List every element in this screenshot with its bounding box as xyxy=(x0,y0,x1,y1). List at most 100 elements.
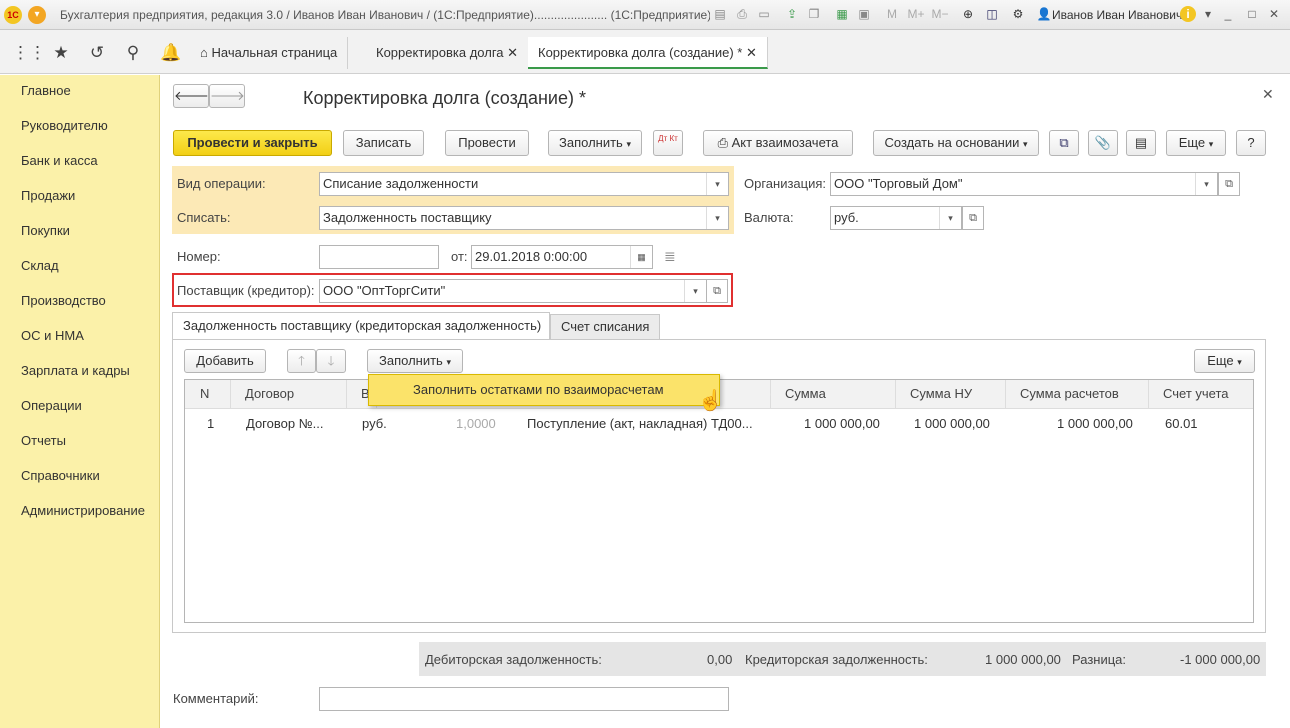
help-button[interactable]: ? xyxy=(1236,130,1266,156)
m-plus-icon[interactable]: M+ xyxy=(906,6,926,22)
act-button-label: Акт взаимозачета xyxy=(731,135,839,150)
chevron-down-icon[interactable]: ▾ xyxy=(706,207,728,229)
attach-button[interactable]: 📎 xyxy=(1088,130,1118,156)
sidebar-item-purchases[interactable]: Покупки xyxy=(21,223,70,238)
history-list-icon[interactable]: ≣ xyxy=(664,248,676,265)
tab-write-off-account[interactable]: Счет списания xyxy=(550,314,660,340)
close-tab-icon[interactable]: ✕ xyxy=(746,45,757,60)
main-menu-icon[interactable]: ▾ xyxy=(28,6,46,24)
chevron-down-icon: ▾ xyxy=(1022,139,1028,149)
col-sum-nu[interactable]: Сумма НУ xyxy=(896,380,1006,408)
org-field[interactable]: ООО "Торговый Дом" xyxy=(830,172,1218,196)
m-minus-icon[interactable]: M− xyxy=(930,6,950,22)
more-button[interactable]: Еще ▾ xyxy=(1166,130,1226,156)
m-icon[interactable]: M xyxy=(884,6,900,22)
chevron-down-icon[interactable]: ▾ xyxy=(1195,173,1217,195)
favorites-icon[interactable]: ★ xyxy=(50,42,72,64)
search-icon[interactable]: ⚲ xyxy=(122,42,144,64)
arrow-down-icon: 🡓 xyxy=(327,353,335,368)
tab-debt-correction-new[interactable]: Корректировка долга (создание) * ✕ xyxy=(528,37,768,69)
dt-kt-button[interactable]: Дт Кт xyxy=(653,130,683,156)
structure-button[interactable]: ⧉ xyxy=(1049,130,1079,156)
save-icon[interactable]: ▤ xyxy=(712,6,728,22)
chevron-down-icon: ▾ xyxy=(626,139,631,149)
zoom-icon[interactable]: ⊕ xyxy=(960,6,976,22)
fill-by-balances-menu-item[interactable]: Заполнить остатками по взаиморасчетам xyxy=(368,374,720,406)
maximize-icon[interactable]: □ xyxy=(1244,6,1260,22)
chevron-down-icon[interactable]: ▾ xyxy=(939,207,961,229)
history-icon[interactable]: ↺ xyxy=(86,42,108,64)
copy-icon[interactable]: ❐ xyxy=(806,6,822,22)
close-tab-icon[interactable]: ✕ xyxy=(507,45,518,60)
chevron-down-icon[interactable]: ▾ xyxy=(684,280,706,302)
fill-button[interactable]: Заполнить ▾ xyxy=(548,130,642,156)
sidebar-item-reports[interactable]: Отчеты xyxy=(21,433,66,448)
open-supplier-icon[interactable]: ⧉ xyxy=(706,279,728,303)
fill-button-label: Заполнить xyxy=(559,135,623,150)
tab-debt-correction[interactable]: Корректировка долга ✕ xyxy=(366,37,530,69)
preview-icon[interactable]: ▭ xyxy=(756,6,772,22)
close-window-icon[interactable]: ✕ xyxy=(1266,6,1282,22)
info-menu-icon[interactable]: ▾ xyxy=(1200,6,1216,22)
write-off-label: Списать: xyxy=(177,210,231,225)
apps-menu-icon[interactable]: ⋮⋮ xyxy=(12,42,46,64)
sidebar-item-bank[interactable]: Банк и касса xyxy=(21,153,98,168)
forward-button[interactable]: 🡒 xyxy=(209,84,245,108)
tab-home[interactable]: ⌂ Начальная страница xyxy=(190,37,349,69)
move-up-button[interactable]: 🡑 xyxy=(287,349,316,373)
sidebar-item-admin[interactable]: Администрирование xyxy=(21,503,145,518)
col-sum-calc[interactable]: Сумма расчетов xyxy=(1006,380,1149,408)
report-button[interactable]: ▤ xyxy=(1126,130,1156,156)
create-based-button[interactable]: Создать на основании ▾ xyxy=(873,130,1039,156)
sidebar-item-operations[interactable]: Операции xyxy=(21,398,82,413)
tab-supplier-debt[interactable]: Задолженность поставщику (кредиторская з… xyxy=(172,312,550,340)
act-button[interactable]: ⎙ Акт взаимозачета xyxy=(703,130,853,156)
post-button[interactable]: Провести xyxy=(445,130,529,156)
sidebar-item-sales[interactable]: Продажи xyxy=(21,188,75,203)
sidebar-item-salary[interactable]: Зарплата и кадры xyxy=(21,363,130,378)
write-button[interactable]: Записать xyxy=(343,130,424,156)
open-org-icon[interactable]: ⧉ xyxy=(1218,172,1240,196)
calendar-icon[interactable]: ▦ xyxy=(630,246,652,268)
chevron-down-icon[interactable]: ▾ xyxy=(706,173,728,195)
print-icon[interactable]: ⎙ xyxy=(734,6,750,22)
open-currency-icon[interactable]: ⧉ xyxy=(962,206,984,230)
sidebar-item-references[interactable]: Справочники xyxy=(21,468,100,483)
sidebar-item-warehouse[interactable]: Склад xyxy=(21,258,59,273)
table-more-button[interactable]: Еще ▾ xyxy=(1194,349,1255,373)
col-sum[interactable]: Сумма xyxy=(771,380,896,408)
sidebar-item-assets[interactable]: ОС и НМА xyxy=(21,328,84,343)
supplier-field[interactable]: ООО "ОптТоргСити" xyxy=(319,279,706,303)
notifications-icon[interactable]: 🔔 xyxy=(160,42,182,64)
comment-field[interactable] xyxy=(319,687,729,711)
table-fill-button[interactable]: Заполнить ▾ xyxy=(367,349,463,373)
settings-icon[interactable]: ⚙ xyxy=(1010,6,1026,22)
sidebar-item-main[interactable]: Главное xyxy=(21,83,71,98)
cell-document: Поступление (акт, накладная) ТД00... xyxy=(527,416,753,431)
col-n[interactable]: N xyxy=(186,380,231,408)
number-field[interactable] xyxy=(319,245,439,269)
calculator-icon[interactable]: ▦ xyxy=(834,6,850,22)
calendar-icon[interactable]: ▣ xyxy=(856,6,872,22)
col-contract[interactable]: Договор xyxy=(231,380,347,408)
cell-sum: 1 000 000,00 xyxy=(804,416,880,431)
info-icon[interactable]: i xyxy=(1180,6,1196,22)
op-type-field[interactable]: Списание задолженности xyxy=(319,172,729,196)
col-account[interactable]: Счет учета xyxy=(1149,380,1253,408)
post-and-close-button[interactable]: Провести и закрыть xyxy=(173,130,332,156)
panel-icon[interactable]: ◫ xyxy=(984,6,1000,22)
col-document[interactable]: Документ расчетов xyxy=(719,380,849,408)
sidebar-item-manager[interactable]: Руководителю xyxy=(21,118,108,133)
move-down-button[interactable]: 🡓 xyxy=(316,349,346,373)
back-button[interactable]: 🡐 xyxy=(173,84,209,108)
sidebar-item-production[interactable]: Производство xyxy=(21,293,106,308)
write-off-field[interactable]: Задолженность поставщику xyxy=(319,206,729,230)
date-field[interactable]: 29.01.2018 0:00:00 xyxy=(471,245,653,269)
add-button[interactable]: Добавить xyxy=(184,349,266,373)
minimize-icon[interactable]: _ xyxy=(1220,6,1236,22)
home-icon: ⌂ xyxy=(200,45,208,60)
close-form-icon[interactable]: ✕ xyxy=(1262,86,1274,103)
user-name[interactable]: Иванов Иван Иванович xyxy=(1052,8,1182,22)
upload-icon[interactable]: ⇪ xyxy=(784,6,800,22)
sidebar: Главное Руководителю Банк и касса Продаж… xyxy=(0,75,160,728)
